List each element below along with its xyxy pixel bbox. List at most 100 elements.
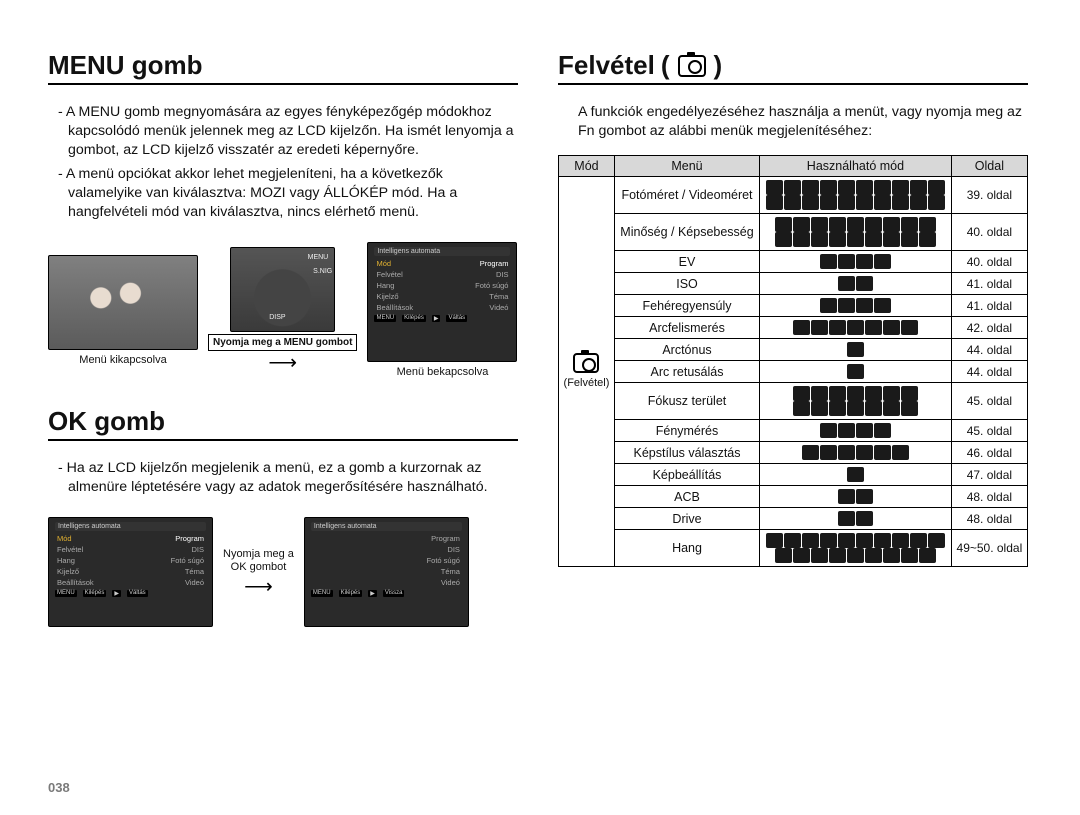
mode-chip-icon [883, 548, 900, 563]
mode-chip-icon [847, 342, 864, 357]
mode-chip-icon [838, 195, 855, 210]
mode-chip-icon [847, 232, 864, 247]
menu-label: Arc retusálás [614, 361, 759, 383]
mode-chip-icon [838, 489, 855, 504]
recording-heading: Felvétel ( ) [558, 50, 1028, 85]
mode-chip-icon [802, 195, 819, 210]
mode-chip-icon [811, 232, 828, 247]
mode-chip-icon [892, 445, 909, 460]
th-menu: Menü [614, 156, 759, 177]
mode-chip-icon [901, 401, 918, 416]
menu-paragraph-2: - A menü opciókat akkor lehet megjelenít… [48, 165, 518, 223]
camera-icon [573, 353, 599, 373]
mode-chip-icon [820, 298, 837, 313]
available-modes [760, 214, 952, 251]
menu-label: Minőség / Képsebesség [614, 214, 759, 251]
th-page: Oldal [951, 156, 1027, 177]
available-modes [760, 361, 952, 383]
mode-chip-icon [793, 401, 810, 416]
mode-chip-icon [766, 195, 783, 210]
mode-chip-icon [865, 401, 882, 416]
th-mode: Mód [559, 156, 615, 177]
mode-chip-icon [829, 217, 846, 232]
mode-chip-icon [874, 254, 891, 269]
caption-menu-on: Menü bekapcsolva [397, 366, 489, 378]
mode-chip-icon [856, 180, 873, 195]
mode-chip-icon [847, 401, 864, 416]
menu-heading: MENU gomb [48, 50, 518, 85]
mode-chip-icon [811, 386, 828, 401]
mode-chip-icon [838, 180, 855, 195]
mode-chip-icon [910, 195, 927, 210]
available-modes [760, 295, 952, 317]
menu-label: EV [614, 251, 759, 273]
page-ref: 41. oldal [951, 295, 1027, 317]
camera-icon [678, 55, 706, 77]
mode-chip-icon [856, 533, 873, 548]
mode-chip-icon [865, 386, 882, 401]
mode-chip-icon [775, 232, 792, 247]
mode-chip-icon [847, 364, 864, 379]
mode-chip-icon [865, 548, 882, 563]
mode-chip-icon [847, 320, 864, 335]
mode-chip-icon [793, 548, 810, 563]
mode-chip-icon [802, 180, 819, 195]
menu-figure-row: Menü kikapcsolva MENU S.NIG DISP Nyomja … [48, 242, 518, 378]
menu-label: Hang [614, 530, 759, 567]
available-modes [760, 486, 952, 508]
available-modes [760, 273, 952, 295]
mode-chip-icon [901, 217, 918, 232]
mode-chip-icon [802, 533, 819, 548]
page-ref: 48. oldal [951, 486, 1027, 508]
mode-chip-icon [874, 423, 891, 438]
table-row: ISO41. oldal [559, 273, 1028, 295]
screenshot-menu-on: Intelligens automata MódProgram Felvétel… [367, 242, 517, 362]
menu-label: Fénymérés [614, 420, 759, 442]
screenshot-ok-left: Intelligens automata MódProgram Felvétel… [48, 517, 213, 627]
mode-chip-icon [874, 195, 891, 210]
mode-chip-icon [928, 533, 945, 548]
available-modes [760, 530, 952, 567]
mode-chip-icon [856, 276, 873, 291]
mode-chip-icon [820, 445, 837, 460]
mode-chip-icon [766, 180, 783, 195]
mode-chip-icon [892, 180, 909, 195]
mode-chip-icon [775, 548, 792, 563]
mode-chip-icon [874, 298, 891, 313]
available-modes [760, 464, 952, 486]
mode-chip-icon [829, 386, 846, 401]
mode-chip-icon [838, 445, 855, 460]
mode-chip-icon [883, 217, 900, 232]
menu-label: ACB [614, 486, 759, 508]
mode-label: (Felvétel) [564, 376, 610, 391]
mode-chip-icon [802, 445, 819, 460]
caption-press-ok-l2: OK gombot [231, 561, 287, 573]
caption-press-ok-l1: Nyomja meg a [223, 548, 294, 560]
page-ref: 48. oldal [951, 508, 1027, 530]
mode-chip-icon [838, 533, 855, 548]
page-ref: 47. oldal [951, 464, 1027, 486]
table-row: Fókusz terület45. oldal [559, 383, 1028, 420]
table-row: Arc retusálás 44. oldal [559, 361, 1028, 383]
mode-chip-icon [892, 195, 909, 210]
table-row: Arcfelismerés42. oldal [559, 317, 1028, 339]
page-ref: 41. oldal [951, 273, 1027, 295]
menu-label: Képstílus választás [614, 442, 759, 464]
ok-heading: OK gomb [48, 406, 518, 441]
page-ref: 44. oldal [951, 361, 1027, 383]
mode-chip-icon [820, 195, 837, 210]
mode-chip-icon [784, 195, 801, 210]
mode-chip-icon [811, 548, 828, 563]
mode-chip-icon [883, 386, 900, 401]
menu-label: Drive [614, 508, 759, 530]
mode-chip-icon [784, 533, 801, 548]
screenshot-ok-right: Intelligens automata Program DIS Fotó sú… [304, 517, 469, 627]
mode-chip-icon [901, 548, 918, 563]
screenshot-menu-off [48, 255, 198, 350]
mode-chip-icon [793, 217, 810, 232]
page-ref: 45. oldal [951, 420, 1027, 442]
mode-chip-icon [901, 232, 918, 247]
mode-chip-icon [811, 320, 828, 335]
screenshot-control-dial: MENU S.NIG DISP [230, 247, 335, 332]
mode-chip-icon [838, 276, 855, 291]
